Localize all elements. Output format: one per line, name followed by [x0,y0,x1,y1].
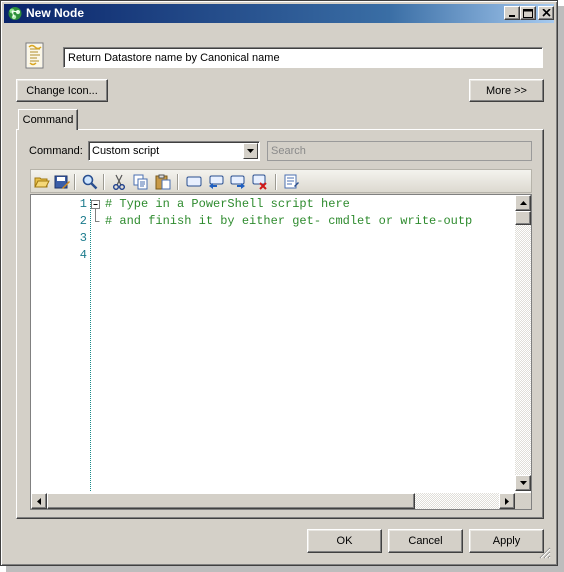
line-number: 4 [79,248,87,262]
maximize-button[interactable] [520,6,536,20]
cancel-button[interactable]: Cancel [388,529,463,553]
horizontal-scroll-thumb[interactable] [47,493,415,509]
arrow-left-icon [37,497,41,505]
ok-button[interactable]: OK [307,529,382,553]
toolbar-separator [177,174,178,190]
paste-icon[interactable] [154,173,172,190]
indent-left-icon[interactable] [207,173,225,190]
line-number: 3 [79,231,87,245]
arrow-right-icon [505,497,509,505]
change-icon-button[interactable]: Change Icon... [16,79,108,102]
toolbar-separator [275,174,276,190]
minimize-button[interactable] [504,6,520,20]
fold-collapse-icon[interactable] [91,199,101,225]
code-line: # and finish it by either get- cmdlet or… [105,214,473,228]
comment-icon[interactable] [185,173,203,190]
dialog-window: New Node Return Datastore name by Canoni… [0,0,558,566]
tab-command-label: Command [22,114,74,126]
app-icon [8,7,22,20]
gutter-divider [90,199,91,491]
save-edit-icon[interactable] [53,173,71,190]
title-bar[interactable]: New Node [4,4,554,23]
code-line: # Type in a PowerShell script here [105,197,350,211]
command-label: Command: [29,145,83,157]
indent-right-icon[interactable] [229,173,247,190]
command-selected-value: Custom script [92,145,160,157]
tab-command[interactable]: Command [18,109,78,130]
change-icon-label: Change Icon... [26,84,98,97]
line-number: 2 [79,214,87,228]
copy-icon[interactable] [132,173,150,190]
scroll-up-button[interactable] [515,195,531,211]
ok-label: OK [336,535,353,547]
close-icon [541,9,551,17]
scroll-corner [515,493,531,509]
editor-toolbar [30,169,532,193]
horizontal-scrollbar[interactable] [31,493,515,509]
maximize-icon [523,8,533,18]
apply-label: Apply [492,535,521,547]
more-button[interactable]: More >> [469,79,544,102]
line-number: 1 [79,197,87,211]
properties-icon[interactable] [283,173,301,190]
minimize-icon [509,15,515,17]
open-folder-icon[interactable] [33,173,51,190]
script-editor[interactable]: 1 2 3 4 # Type in a PowerShell script he… [30,194,532,510]
apply-button[interactable]: Apply [469,529,544,553]
command-select[interactable]: Custom script [88,141,260,161]
scroll-right-button[interactable] [499,493,515,509]
more-label: More >> [486,84,527,97]
clear-icon[interactable] [251,173,269,190]
arrow-down-icon [519,481,527,485]
script-scroll-icon [25,42,44,69]
arrow-up-icon [519,201,527,205]
scroll-down-button[interactable] [515,475,531,491]
resize-grip-icon[interactable] [539,547,551,559]
toolbar-separator [74,174,75,190]
cut-icon[interactable] [110,173,128,190]
window-title: New Node [26,6,85,20]
scroll-left-button[interactable] [31,493,47,509]
find-icon[interactable] [81,173,99,190]
node-name-input[interactable]: Return Datastore name by Canonical name [63,47,543,68]
chevron-down-icon [247,149,254,153]
dropdown-button[interactable] [243,143,258,159]
search-input[interactable]: Search [267,141,532,161]
vertical-scrollbar[interactable] [515,195,531,491]
vertical-scroll-thumb[interactable] [515,211,531,225]
toolbar-separator [103,174,104,190]
close-button[interactable] [538,6,554,20]
cancel-label: Cancel [408,535,443,547]
